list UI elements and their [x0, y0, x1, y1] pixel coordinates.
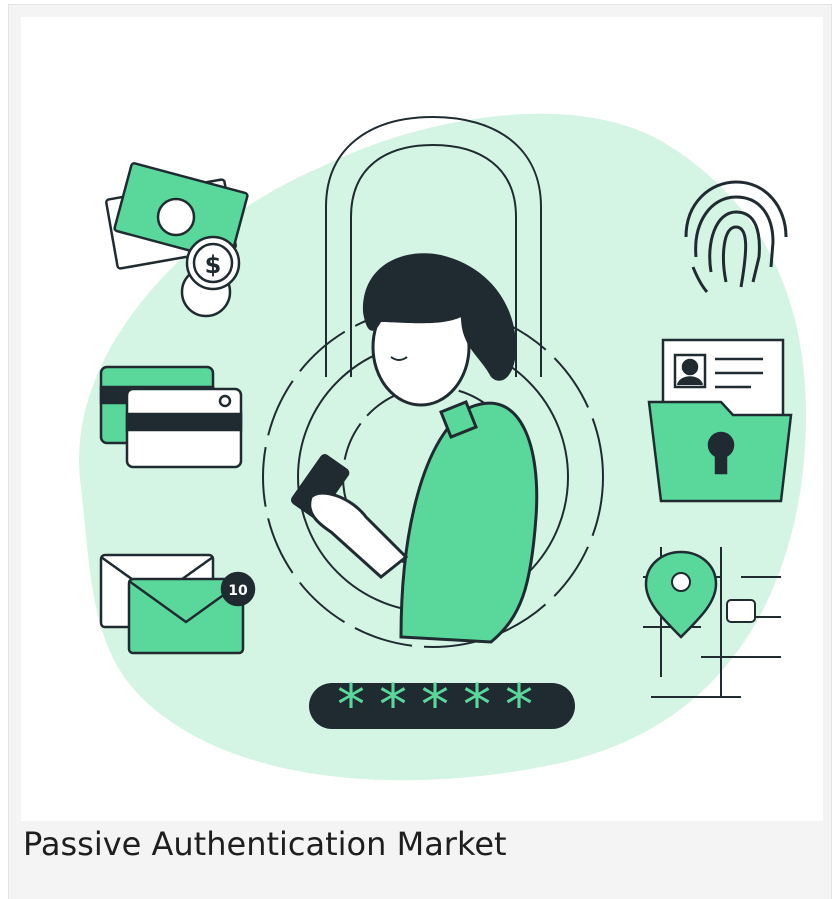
- password-mask: *****: [337, 673, 547, 738]
- password-field: *****: [309, 673, 575, 738]
- locked-folder-icon: [647, 338, 793, 503]
- illustration: ***** $ 10: [21, 17, 823, 821]
- image-card: ***** $ 10 Passive Authentication Market: [8, 4, 832, 899]
- image-caption: Passive Authentication Market: [23, 825, 507, 863]
- notification-badge: 10: [228, 583, 248, 599]
- illustration-svg: ***** $ 10: [79, 113, 806, 781]
- svg-text:$: $: [205, 251, 222, 279]
